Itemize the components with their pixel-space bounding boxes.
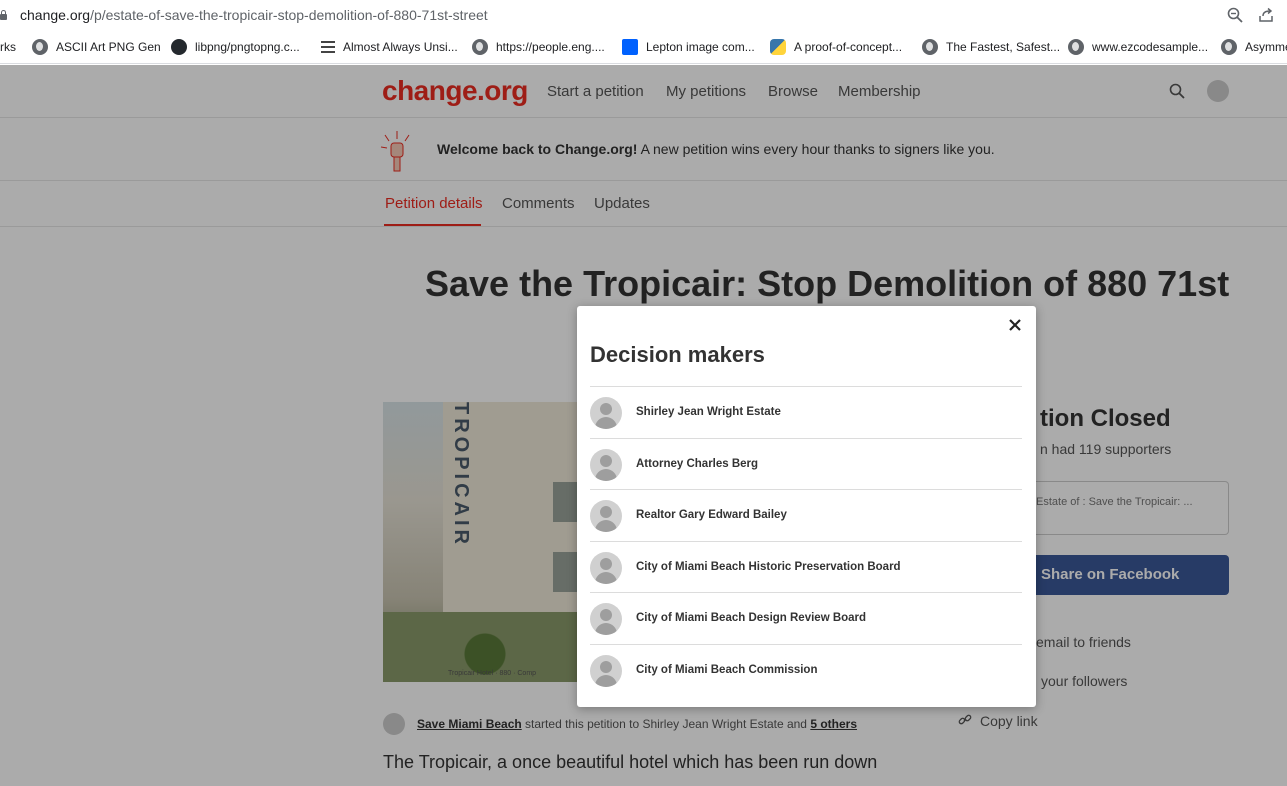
bookmark-item[interactable]: libpng/pngtopng.c... xyxy=(171,38,300,56)
bookmark-item[interactable]: Almost Always Unsi... xyxy=(321,38,458,56)
address-bar[interactable]: change.org/p/estate-of-save-the-tropicai… xyxy=(0,0,1287,30)
bookmarks-bar: rks ASCII Art PNG Gen libpng/pngtopng.c.… xyxy=(0,30,1287,64)
decision-maker-name: City of Miami Beach Design Review Board xyxy=(636,612,867,624)
decision-makers-list: Shirley Jean Wright Estate Attorney Char… xyxy=(590,386,1022,695)
zoom-icon[interactable] xyxy=(1227,7,1243,23)
globe-icon xyxy=(922,39,938,55)
dropbox-icon xyxy=(622,39,638,55)
github-icon xyxy=(171,39,187,55)
decision-maker-name: City of Miami Beach Commission xyxy=(636,663,818,676)
decision-maker-name: Shirley Jean Wright Estate xyxy=(636,406,781,418)
person-avatar-icon xyxy=(590,448,622,481)
person-avatar-icon xyxy=(590,551,622,584)
person-avatar-icon xyxy=(590,654,622,687)
decision-maker-item[interactable]: City of Miami Beach Commission xyxy=(590,643,1022,696)
lock-icon xyxy=(0,10,8,20)
python-icon xyxy=(770,39,786,55)
bookmark-item[interactable]: rks xyxy=(0,38,16,56)
decision-maker-item[interactable]: Realtor Gary Edward Bailey xyxy=(590,489,1022,541)
person-avatar-icon xyxy=(590,500,622,532)
modal-title: Decision makers xyxy=(590,342,765,367)
lines-icon xyxy=(321,41,335,53)
share-icon[interactable] xyxy=(1258,7,1274,23)
bookmark-item[interactable]: https://people.eng.... xyxy=(472,38,605,56)
globe-icon xyxy=(1068,39,1084,55)
globe-icon xyxy=(32,39,48,55)
close-icon[interactable] xyxy=(1006,316,1024,334)
bookmark-item[interactable]: Lepton image com... xyxy=(622,38,755,56)
url-text[interactable]: change.org/p/estate-of-save-the-tropicai… xyxy=(20,7,488,23)
decision-maker-item[interactable]: City of Miami Beach Design Review Board xyxy=(590,592,1022,644)
person-avatar-icon xyxy=(590,603,622,635)
decision-maker-item[interactable]: City of Miami Beach Historic Preservatio… xyxy=(590,540,1022,593)
bookmark-item[interactable]: The Fastest, Safest... xyxy=(922,38,1060,56)
decision-maker-item[interactable]: Shirley Jean Wright Estate xyxy=(590,386,1022,438)
decision-maker-name: City of Miami Beach Historic Preservatio… xyxy=(636,560,901,573)
bookmark-item[interactable]: ASCII Art PNG Gen xyxy=(32,38,161,56)
decision-maker-item[interactable]: Attorney Charles Berg xyxy=(590,437,1022,490)
decision-maker-name: Attorney Charles Berg xyxy=(636,457,759,470)
decision-makers-modal: Decision makers Shirley Jean Wright Esta… xyxy=(577,306,1036,707)
globe-icon xyxy=(472,39,488,55)
globe-icon xyxy=(1221,39,1237,55)
bookmark-item[interactable]: Asymme xyxy=(1221,38,1287,56)
bookmark-item[interactable]: www.ezcodesample... xyxy=(1068,38,1208,56)
person-avatar-icon xyxy=(590,397,622,429)
decision-maker-name: Realtor Gary Edward Bailey xyxy=(636,509,787,521)
bookmark-item[interactable]: A proof-of-concept... xyxy=(770,38,902,56)
